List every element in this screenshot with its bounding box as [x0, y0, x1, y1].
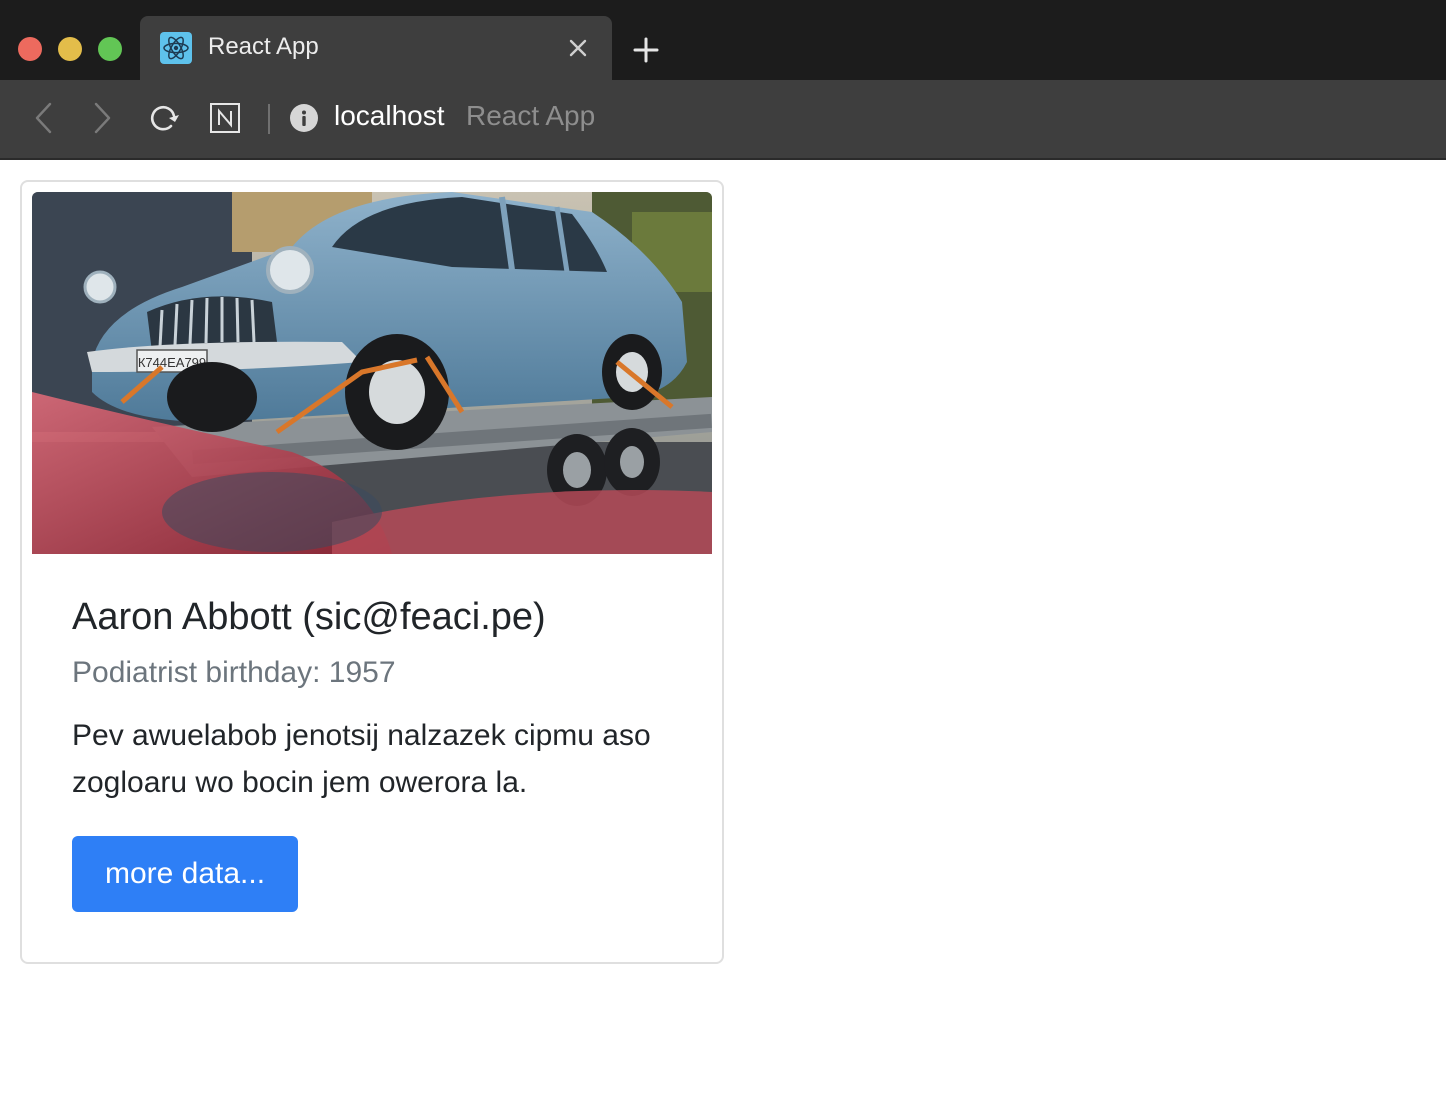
more-data-button[interactable]: more data... — [72, 836, 298, 912]
card-title: Aaron Abbott (sic@feaci.pe) — [72, 596, 546, 638]
card-subtitle: Podiatrist birthday: 1957 — [72, 656, 396, 689]
card-image: К744ЕА799 — [32, 192, 712, 554]
chevron-right-icon[interactable] — [82, 98, 122, 138]
chevron-left-icon[interactable] — [24, 98, 64, 138]
card-text: Pev awuelabob jenotsij nalzazek cipmu as… — [72, 719, 651, 799]
toolbar-divider — [268, 104, 270, 134]
close-icon[interactable] — [566, 36, 590, 60]
browser-toolbar: localhost React App — [0, 80, 1446, 160]
browser-tab[interactable]: React App — [140, 16, 612, 80]
react-atom-icon — [160, 32, 192, 64]
notion-icon[interactable] — [205, 98, 245, 138]
address-bar-host[interactable]: localhost — [334, 100, 445, 132]
zoom-window-button[interactable] — [98, 37, 122, 61]
close-window-button[interactable] — [18, 37, 42, 61]
profile-card: К744ЕА799 Aaron Abbott (sic@feaci.pe) Po… — [20, 180, 724, 964]
minimize-window-button[interactable] — [58, 37, 82, 61]
address-bar-page-title[interactable]: React App — [466, 100, 595, 132]
plus-icon[interactable] — [630, 34, 662, 66]
browser-titlebar: React App — [0, 0, 1446, 80]
reload-icon[interactable] — [143, 98, 183, 138]
tab-title: React App — [208, 33, 319, 60]
info-icon[interactable] — [290, 104, 318, 132]
